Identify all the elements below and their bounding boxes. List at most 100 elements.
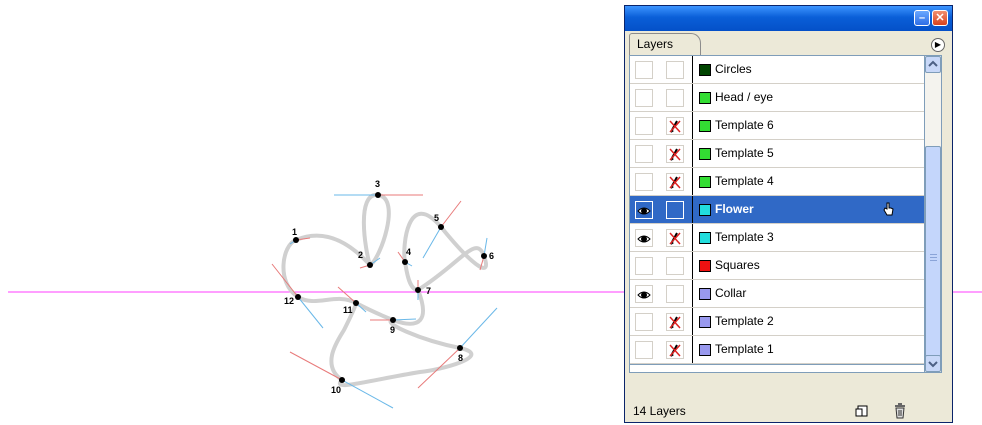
flower-path[interactable] (281, 193, 488, 388)
lock-toggle[interactable] (666, 117, 684, 135)
layer-color-swatch (699, 92, 711, 104)
column-divider (692, 280, 693, 307)
layer-color-swatch (699, 64, 711, 76)
pencil-crossed-icon (669, 148, 681, 161)
scroll-up-button[interactable] (925, 56, 941, 73)
layer-name: Template 3 (715, 230, 774, 244)
layer-row[interactable]: Circles (630, 56, 924, 84)
anchor-label: 9 (390, 325, 395, 335)
chevron-up-icon (928, 60, 938, 67)
column-divider (692, 56, 693, 83)
lock-toggle[interactable] (666, 285, 684, 303)
anchor-label: 4 (406, 247, 411, 257)
scroll-thumb[interactable] (925, 146, 941, 371)
lock-toggle[interactable] (666, 257, 684, 275)
panel-menu-button[interactable]: ▶ (931, 38, 945, 52)
anchor-label: 3 (375, 179, 380, 189)
tab-layers[interactable]: Layers (629, 33, 701, 55)
lock-toggle[interactable] (666, 61, 684, 79)
layer-name: Head / eye (715, 90, 774, 104)
anchor-label: 7 (426, 286, 431, 296)
column-divider (692, 196, 693, 223)
layer-row[interactable]: Template 5 (630, 140, 924, 168)
menu-arrow-icon: ▶ (934, 40, 942, 49)
layer-row[interactable]: Flower (630, 196, 924, 224)
anchor-label: 5 (434, 213, 439, 223)
lock-toggle[interactable] (666, 313, 684, 331)
pencil-crossed-icon (669, 316, 681, 329)
layer-row[interactable]: Collar (630, 280, 924, 308)
eye-icon (637, 291, 651, 299)
layer-color-swatch (699, 260, 711, 272)
pencil-crossed-icon (669, 344, 681, 357)
eye-icon (637, 235, 651, 243)
lock-toggle[interactable] (666, 89, 684, 107)
layer-color-swatch (699, 344, 711, 356)
column-divider (692, 224, 693, 251)
visibility-toggle[interactable] (635, 145, 653, 163)
layer-color-swatch (699, 288, 711, 300)
layer-row[interactable]: Template 3 (630, 224, 924, 252)
new-layer-icon (855, 405, 868, 417)
layer-name: Squares (715, 258, 760, 272)
visibility-toggle[interactable] (635, 257, 653, 275)
layers-panel: – ✕ Layers ▶ Circles Head / eye Template 6… (624, 5, 953, 423)
anchor-label: 1 (292, 227, 297, 237)
chevron-down-icon (928, 361, 938, 368)
column-divider (692, 168, 693, 195)
layer-color-swatch (699, 120, 711, 132)
layer-color-swatch (699, 316, 711, 328)
anchor-label: 6 (489, 251, 494, 261)
layer-name: Template 4 (715, 174, 774, 188)
layer-color-swatch (699, 148, 711, 160)
lock-toggle[interactable] (666, 201, 684, 219)
lock-toggle[interactable] (666, 341, 684, 359)
new-layer-button[interactable] (855, 404, 869, 423)
visibility-toggle[interactable] (635, 313, 653, 331)
layer-name: Template 5 (715, 146, 774, 160)
visibility-toggle[interactable] (635, 61, 653, 79)
column-divider (692, 112, 693, 139)
column-divider (692, 252, 693, 279)
delete-layer-button[interactable] (893, 403, 907, 424)
lock-toggle[interactable] (666, 173, 684, 191)
trash-icon (895, 403, 905, 419)
hand-cursor-icon (883, 202, 894, 216)
layer-row[interactable]: Template 1 (630, 336, 924, 364)
layer-name: Template 1 (715, 342, 774, 356)
vertical-scrollbar[interactable] (925, 55, 942, 373)
layer-color-swatch (699, 232, 711, 244)
close-button[interactable]: ✕ (932, 10, 948, 26)
panel-title-bar[interactable]: – ✕ (625, 6, 952, 31)
layer-name: Collar (715, 286, 747, 300)
layer-name: Template 2 (715, 314, 774, 328)
layer-row[interactable]: Template 2 (630, 308, 924, 336)
layer-count: 14 Layers (633, 404, 686, 418)
layer-row[interactable]: Squares (630, 252, 924, 280)
layer-list: Circles Head / eye Template 6 Template 5 Tem… (629, 55, 925, 373)
pencil-crossed-icon (669, 120, 681, 133)
column-divider (692, 140, 693, 167)
visibility-toggle[interactable] (635, 117, 653, 135)
visibility-toggle[interactable] (635, 229, 653, 247)
visibility-toggle[interactable] (635, 341, 653, 359)
minimize-button[interactable]: – (914, 10, 930, 26)
lock-toggle[interactable] (666, 145, 684, 163)
scroll-down-button[interactable] (925, 355, 941, 372)
visibility-toggle[interactable] (635, 89, 653, 107)
lock-toggle[interactable] (666, 229, 684, 247)
pencil-crossed-icon (669, 176, 681, 189)
anchor-label: 12 (284, 296, 294, 306)
visibility-toggle[interactable] (635, 285, 653, 303)
layer-row[interactable]: Template 6 (630, 112, 924, 140)
layer-color-swatch (699, 204, 711, 216)
layer-name: Circles (715, 62, 752, 76)
visibility-toggle[interactable] (635, 201, 653, 219)
layer-row[interactable]: Head / eye (630, 84, 924, 112)
visibility-toggle[interactable] (635, 173, 653, 191)
column-divider (692, 336, 693, 363)
close-icon: ✕ (935, 12, 945, 24)
empty-list-area[interactable] (630, 364, 924, 372)
anchor-label: 11 (343, 305, 353, 315)
layer-row[interactable]: Template 4 (630, 168, 924, 196)
